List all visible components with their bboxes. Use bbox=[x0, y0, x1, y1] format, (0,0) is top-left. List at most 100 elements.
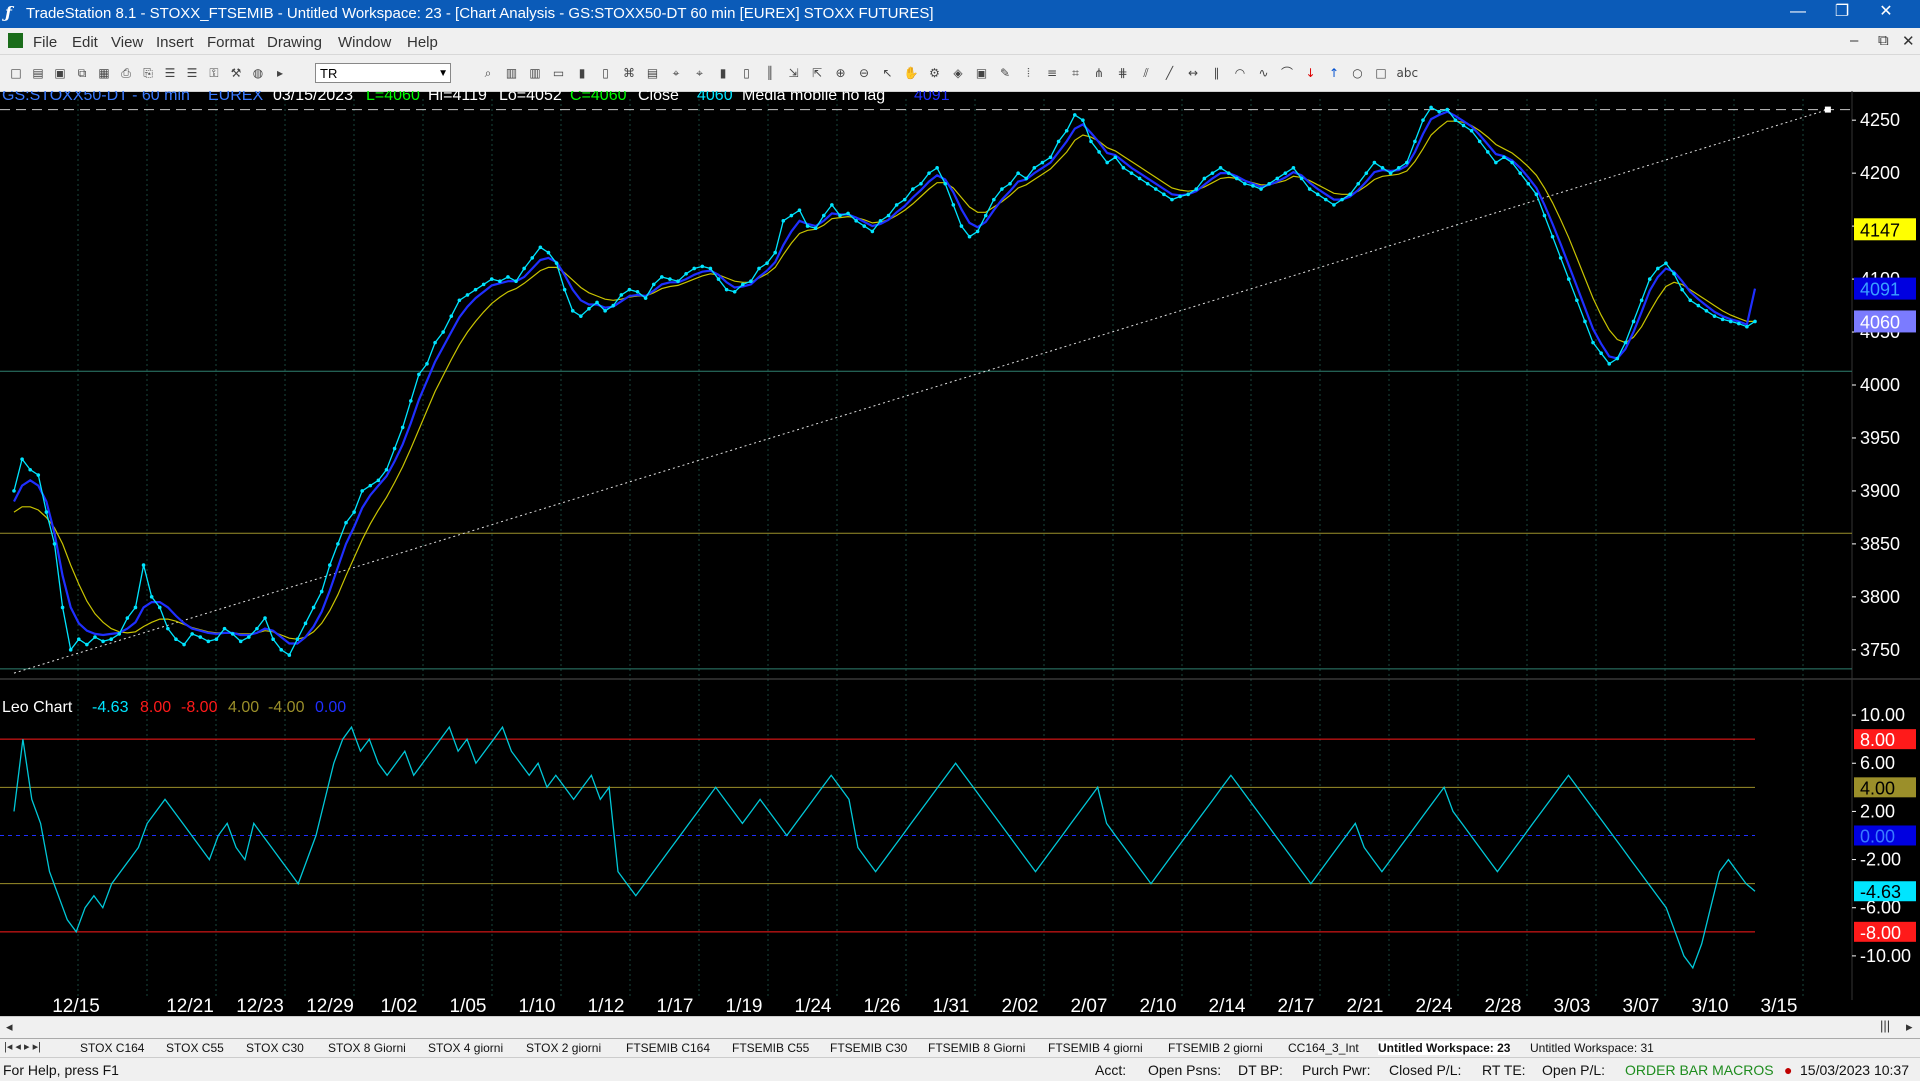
close-data-point bbox=[457, 298, 462, 303]
arc-icon[interactable]: ◠ bbox=[1232, 65, 1248, 81]
zoom-out-icon[interactable]: ⊖ bbox=[856, 65, 872, 81]
scroll-grip-icon[interactable]: ||| bbox=[1880, 1018, 1890, 1033]
chart-canvas[interactable]: 4250420041504100405040003950390038503800… bbox=[0, 91, 1920, 1036]
lock-icon[interactable]: ⚿ bbox=[206, 65, 222, 81]
menu-help[interactable]: Help bbox=[407, 34, 438, 51]
text-icon[interactable]: abc bbox=[1397, 65, 1419, 81]
candle-icon[interactable]: ▮ bbox=[715, 65, 731, 81]
pointer-icon[interactable]: ↖ bbox=[880, 65, 896, 81]
copy-icon[interactable]: ⧉ bbox=[74, 65, 90, 81]
gann-icon[interactable]: ⌗ bbox=[1068, 65, 1084, 81]
menu-file[interactable]: File bbox=[33, 34, 57, 51]
grid-icon[interactable]: ▥ bbox=[504, 65, 520, 81]
menu-format[interactable]: Format bbox=[207, 34, 255, 51]
window-icon[interactable]: ▭ bbox=[551, 65, 567, 81]
binoc-icon[interactable]: ⌖ bbox=[668, 65, 684, 81]
tab-workspace[interactable]: STOX 8 Giorni bbox=[328, 1041, 406, 1055]
trendline-handle[interactable] bbox=[1824, 106, 1831, 113]
save-icon[interactable]: ▣ bbox=[52, 65, 68, 81]
tab-workspace[interactable]: CC164_3_Int bbox=[1288, 1041, 1359, 1055]
bars-icon[interactable]: ║ bbox=[762, 65, 778, 81]
play-icon[interactable]: ▸ bbox=[272, 65, 288, 81]
settings-icon[interactable]: ⚙ bbox=[927, 65, 943, 81]
new-icon[interactable]: □ bbox=[8, 65, 24, 81]
close-data-point bbox=[133, 605, 138, 610]
mdi-restore-button[interactable]: ⧉ bbox=[1878, 32, 1889, 49]
candle2-icon[interactable]: ▯ bbox=[739, 65, 755, 81]
parallel-icon[interactable]: ∥ bbox=[1209, 65, 1225, 81]
menu-window[interactable]: Window bbox=[338, 34, 391, 51]
layout-icon[interactable]: ▤ bbox=[645, 65, 661, 81]
symbol-icon[interactable]: ◈ bbox=[950, 65, 966, 81]
minimize-button[interactable]: — bbox=[1776, 0, 1820, 24]
horizontal-scrollbar[interactable]: ◂ ||| ▸ bbox=[0, 1016, 1920, 1039]
tab-workspace[interactable]: Untitled Workspace: 23 bbox=[1378, 1041, 1511, 1055]
symbol-input[interactable]: TR ▼ bbox=[315, 63, 451, 83]
trendline[interactable] bbox=[13, 109, 1829, 674]
tab-workspace[interactable]: STOX C164 bbox=[80, 1041, 144, 1055]
tools-icon[interactable]: ⚒ bbox=[228, 65, 244, 81]
arrows-icon[interactable]: ↔ bbox=[1185, 65, 1201, 81]
tab-workspace[interactable]: FTSEMIB C164 bbox=[626, 1041, 710, 1055]
close-data-point bbox=[773, 250, 777, 255]
down-arrow-icon[interactable]: ↓ bbox=[1303, 65, 1319, 81]
expand-icon[interactable]: ⇲ bbox=[786, 65, 802, 81]
tab-workspace[interactable]: FTSEMIB 8 Giorni bbox=[928, 1041, 1025, 1055]
menu-insert[interactable]: Insert bbox=[156, 34, 194, 51]
curve-icon[interactable]: ⌒ bbox=[1279, 65, 1295, 81]
binoc2-icon[interactable]: ⌖ bbox=[692, 65, 708, 81]
rectangle-icon[interactable]: □ bbox=[1373, 65, 1389, 81]
pencil-icon[interactable]: ✎ bbox=[997, 65, 1013, 81]
trend-icon[interactable]: ╱ bbox=[1162, 65, 1178, 81]
chart-analysis-window[interactable]: 4250420041504100405040003950390038503800… bbox=[0, 91, 1920, 1036]
close-data-point bbox=[68, 648, 73, 652]
channel-icon[interactable]: ⫽ bbox=[1138, 65, 1154, 81]
hlines-icon[interactable]: ≡ bbox=[1044, 65, 1060, 81]
mdi-minimize-button[interactable]: – bbox=[1850, 32, 1858, 49]
print-preview-icon[interactable]: ⎘ bbox=[140, 65, 156, 81]
maximize-button[interactable]: ❐ bbox=[1820, 0, 1864, 24]
tab-workspace[interactable]: FTSEMIB C55 bbox=[732, 1041, 809, 1055]
tab-workspace[interactable]: STOX 4 giorni bbox=[428, 1041, 503, 1055]
link-icon[interactable]: ⌘ bbox=[621, 65, 637, 81]
open-icon[interactable]: ▤ bbox=[30, 65, 46, 81]
grid2-icon[interactable]: ▥ bbox=[527, 65, 543, 81]
compress-icon[interactable]: ⇱ bbox=[809, 65, 825, 81]
tab-workspace[interactable]: STOX C55 bbox=[166, 1041, 224, 1055]
close-data-point bbox=[1202, 176, 1207, 181]
print-icon[interactable]: ⎙ bbox=[118, 65, 134, 81]
folder-icon[interactable]: ▦ bbox=[96, 65, 112, 81]
tab-workspace[interactable]: STOX C30 bbox=[246, 1041, 304, 1055]
doc-icon[interactable]: ▣ bbox=[974, 65, 990, 81]
scroll-left-icon[interactable]: ◂ bbox=[6, 1019, 13, 1035]
vlines-icon[interactable]: ⦙ bbox=[1021, 65, 1037, 81]
stack-icon[interactable]: ☰ bbox=[162, 65, 178, 81]
circle-icon[interactable]: ○ bbox=[1350, 65, 1366, 81]
tab-workspace[interactable]: FTSEMIB C30 bbox=[830, 1041, 907, 1055]
globe-icon[interactable]: ◍ bbox=[250, 65, 266, 81]
tab-nav-arrows-icon[interactable]: |◂ ◂ ▸ ▸| bbox=[4, 1040, 41, 1053]
up-arrow-icon[interactable]: ↑ bbox=[1326, 65, 1342, 81]
find-icon[interactable]: ⌕ bbox=[480, 65, 496, 81]
freehand-icon[interactable]: ∿ bbox=[1256, 65, 1272, 81]
fib-icon[interactable]: ⋔ bbox=[1091, 65, 1107, 81]
stack2-icon[interactable]: ☰ bbox=[184, 65, 200, 81]
menu-drawing[interactable]: Drawing bbox=[267, 34, 322, 51]
chart2-icon[interactable]: ▯ bbox=[598, 65, 614, 81]
menu-view[interactable]: View bbox=[111, 34, 143, 51]
tab-workspace[interactable]: FTSEMIB 2 giorni bbox=[1168, 1041, 1263, 1055]
order-bar-macros[interactable]: ORDER BAR MACROS bbox=[1625, 1062, 1774, 1078]
chevron-down-icon[interactable]: ▼ bbox=[438, 64, 448, 84]
tab-workspace[interactable]: Untitled Workspace: 31 bbox=[1530, 1041, 1654, 1055]
fibtime-icon[interactable]: ⋕ bbox=[1115, 65, 1131, 81]
tab-workspace[interactable]: FTSEMIB 4 giorni bbox=[1048, 1041, 1143, 1055]
time-axis-label: 1/02 bbox=[381, 996, 418, 1017]
tab-workspace[interactable]: STOX 2 giorni bbox=[526, 1041, 601, 1055]
hand-icon[interactable]: ✋ bbox=[903, 65, 919, 81]
mdi-close-button[interactable]: ✕ bbox=[1902, 32, 1915, 50]
chart-icon[interactable]: ▮ bbox=[574, 65, 590, 81]
zoom-in-icon[interactable]: ⊕ bbox=[833, 65, 849, 81]
menu-edit[interactable]: Edit bbox=[72, 34, 98, 51]
scroll-right-icon[interactable]: ▸ bbox=[1906, 1019, 1913, 1035]
close-button[interactable]: ✕ bbox=[1864, 0, 1908, 24]
